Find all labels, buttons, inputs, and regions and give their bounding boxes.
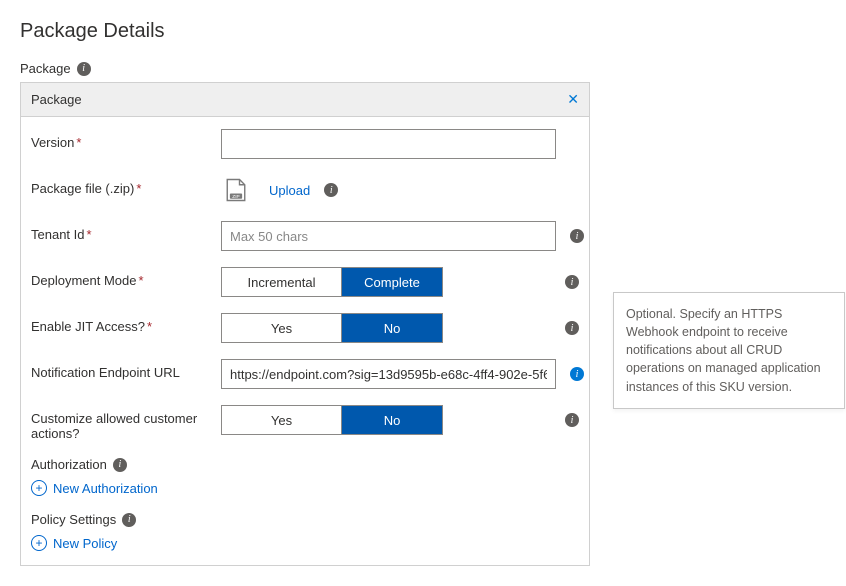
required-indicator: * — [87, 227, 92, 242]
deployment-mode-complete[interactable]: Complete — [342, 268, 442, 296]
version-label: Version — [31, 135, 74, 150]
policy-settings-label: Policy Settings — [31, 512, 116, 527]
notification-url-label: Notification Endpoint URL — [31, 365, 180, 380]
deployment-mode-toggle: Incremental Complete — [221, 267, 443, 297]
info-icon[interactable]: i — [122, 513, 136, 527]
close-icon[interactable]: ✕ — [567, 91, 579, 108]
plus-icon: + — [31, 480, 47, 496]
svg-text:ZIP: ZIP — [232, 194, 239, 200]
required-indicator: * — [147, 319, 152, 334]
section-label: Package — [20, 61, 71, 76]
enable-jit-toggle: Yes No — [221, 313, 443, 343]
new-policy-link[interactable]: + New Policy — [31, 535, 117, 551]
customize-actions-yes[interactable]: Yes — [222, 406, 342, 434]
required-indicator: * — [76, 135, 81, 150]
customize-actions-toggle: Yes No — [221, 405, 443, 435]
panel-title: Package — [31, 92, 82, 107]
info-icon[interactable]: i — [77, 62, 91, 76]
new-authorization-link[interactable]: + New Authorization — [31, 480, 158, 496]
notification-url-tooltip: Optional. Specify an HTTPS Webhook endpo… — [613, 292, 845, 409]
info-icon[interactable]: i — [565, 275, 579, 289]
new-policy-text: New Policy — [53, 536, 117, 551]
authorization-label: Authorization — [31, 457, 107, 472]
notification-url-input[interactable] — [221, 359, 556, 389]
enable-jit-no[interactable]: No — [342, 314, 442, 342]
info-icon[interactable]: i — [324, 183, 338, 197]
info-icon[interactable]: i — [565, 413, 579, 427]
enable-jit-yes[interactable]: Yes — [222, 314, 342, 342]
info-icon[interactable]: i — [570, 229, 584, 243]
page-title: Package Details — [20, 20, 590, 43]
info-icon[interactable]: i — [113, 458, 127, 472]
deployment-mode-incremental[interactable]: Incremental — [222, 268, 342, 296]
package-panel: Package ✕ Version* Package file (.zip)* — [20, 82, 590, 566]
deployment-mode-label: Deployment Mode — [31, 273, 137, 288]
enable-jit-label: Enable JIT Access? — [31, 319, 145, 334]
customize-actions-label: Customize allowed customer actions? — [31, 411, 197, 441]
required-indicator: * — [136, 181, 141, 196]
package-file-label: Package file (.zip) — [31, 181, 134, 196]
upload-link[interactable]: Upload — [269, 183, 310, 198]
zip-icon: ZIP — [221, 175, 251, 205]
customize-actions-no[interactable]: No — [342, 406, 442, 434]
panel-header: Package ✕ — [21, 83, 589, 117]
tenant-id-label: Tenant Id — [31, 227, 85, 242]
new-authorization-text: New Authorization — [53, 481, 158, 496]
version-input[interactable] — [221, 129, 556, 159]
plus-icon: + — [31, 535, 47, 551]
tenant-id-input[interactable] — [221, 221, 556, 251]
required-indicator: * — [139, 273, 144, 288]
info-icon[interactable]: i — [570, 367, 584, 381]
info-icon[interactable]: i — [565, 321, 579, 335]
